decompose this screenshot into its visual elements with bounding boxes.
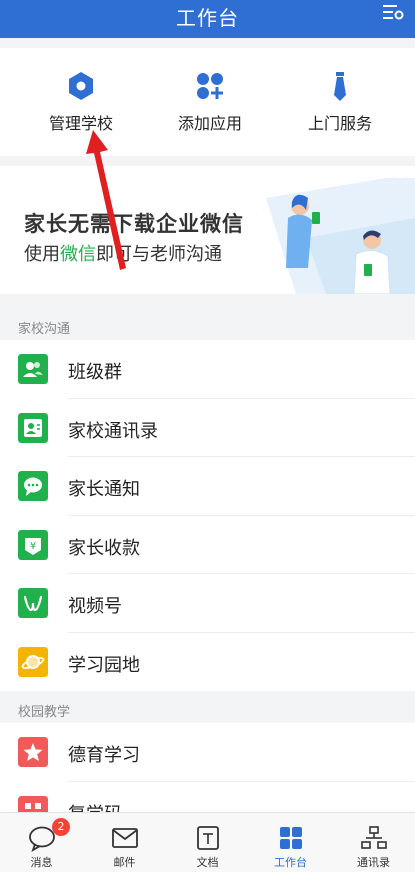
- settings-sliders-icon[interactable]: [381, 0, 405, 24]
- section-title: 家校沟通: [18, 322, 71, 337]
- people-chatting-illustration: [266, 178, 415, 294]
- list-item-label: 学习园地: [68, 654, 140, 676]
- app-header: 工作台: [0, 0, 415, 38]
- list-item-parent-notice[interactable]: 家长通知: [0, 457, 415, 516]
- banner-subline: 使用微信即可与老师沟通: [24, 240, 222, 266]
- page-title: 工作台: [176, 6, 239, 30]
- yuan-payment-icon: ¥: [18, 529, 48, 560]
- list-item-return-code[interactable]: 复学码: [0, 782, 415, 813]
- list-item-study-corner[interactable]: 学习园地: [0, 633, 415, 692]
- add-app-button[interactable]: 添加应用: [150, 70, 270, 134]
- list-item-label: 家校通讯录: [68, 420, 158, 442]
- section-header-home-school: 家校沟通: [0, 310, 415, 340]
- tab-documents[interactable]: 文档: [166, 813, 249, 872]
- list-item-label: 家长收款: [68, 537, 140, 559]
- campus-teaching-list: 德育学习 复学码: [0, 723, 415, 812]
- onsite-service-label: 上门服务: [307, 114, 372, 133]
- contacts-card-icon: [18, 412, 48, 443]
- list-item-parent-payment[interactable]: ¥ 家长收款: [0, 516, 415, 574]
- list-item-label: 复学码: [68, 800, 122, 813]
- add-apps-icon: [197, 73, 223, 99]
- section-header-campus-teaching: 校园教学: [0, 693, 415, 723]
- manage-school-button[interactable]: 管理学校: [21, 70, 141, 134]
- section-title: 校园教学: [18, 705, 71, 720]
- list-item-moral-education[interactable]: 德育学习: [0, 723, 415, 782]
- hexagon-icon: [69, 72, 93, 100]
- quick-actions-panel: 管理学校 添加应用 上门服务: [0, 48, 415, 156]
- tie-icon: [334, 72, 346, 101]
- banner-headline: 家长无需下载企业微信: [24, 212, 244, 236]
- tab-messages[interactable]: 2 消息: [0, 813, 83, 872]
- svg-text:¥: ¥: [30, 541, 36, 552]
- class-group-icon: [18, 354, 48, 384]
- mail-icon: [112, 828, 138, 848]
- list-item-label: 班级群: [68, 362, 122, 383]
- tab-contacts[interactable]: 通讯录: [332, 813, 415, 872]
- tab-workbench[interactable]: 工作台: [249, 813, 332, 872]
- banner-subline-suffix: 即可与老师沟通: [96, 244, 222, 265]
- manage-school-label: 管理学校: [48, 114, 113, 133]
- promo-banner[interactable]: 家长无需下载企业微信 使用微信即可与老师沟通: [0, 166, 415, 294]
- bottom-tab-bar: 2 消息 邮件 文档 工作台 通讯录: [0, 812, 415, 872]
- star-icon: [18, 737, 48, 767]
- contacts-icon: [361, 826, 387, 849]
- add-app-label: 添加应用: [177, 114, 242, 133]
- tab-label: 工作台: [274, 856, 307, 869]
- banner-subline-prefix: 使用: [24, 244, 60, 265]
- banner-subline-highlight: 微信: [60, 244, 96, 265]
- list-item-label: 家长通知: [68, 479, 140, 500]
- workbench-icon: [280, 827, 302, 849]
- list-item-label: 德育学习: [68, 745, 140, 766]
- unread-badge: 2: [52, 818, 70, 836]
- list-item-class-group[interactable]: 班级群: [0, 340, 415, 399]
- planet-icon: [18, 646, 48, 677]
- video-channel-icon: [18, 588, 48, 618]
- tab-label: 通讯录: [357, 856, 390, 869]
- tab-mail[interactable]: 邮件: [83, 813, 166, 872]
- list-item-contacts[interactable]: 家校通讯录: [0, 399, 415, 457]
- list-item-video-channel[interactable]: 视频号: [0, 574, 415, 633]
- tab-label: 文档: [196, 856, 219, 869]
- home-school-list: 班级群 家校通讯录 家长通知 ¥ 家长收款 视频号 学习园地: [0, 340, 415, 691]
- document-icon: [197, 826, 219, 850]
- tab-label: 邮件: [113, 856, 136, 869]
- tab-label: 消息: [30, 856, 53, 869]
- onsite-service-button[interactable]: 上门服务: [280, 70, 400, 134]
- list-item-label: 视频号: [68, 596, 122, 617]
- chat-bubble-icon: [18, 471, 48, 501]
- qr-code-icon: [18, 795, 48, 812]
